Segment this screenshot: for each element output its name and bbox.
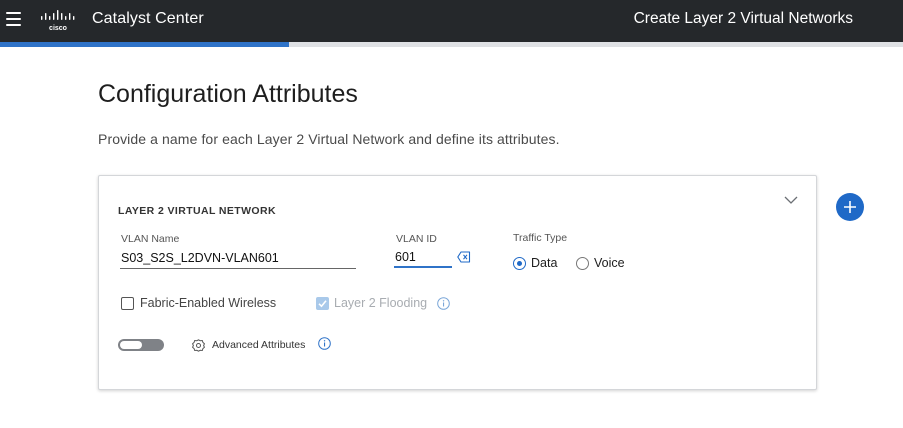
info-icon[interactable]	[318, 337, 331, 350]
advanced-attributes-label: Advanced Attributes	[212, 339, 306, 351]
traffic-type-voice-radio[interactable]	[576, 257, 589, 270]
svg-text:cisco: cisco	[49, 25, 67, 32]
wizard-progress-bar	[0, 42, 903, 47]
traffic-type-data-radio[interactable]	[513, 257, 526, 270]
l2vn-card: LAYER 2 VIRTUAL NETWORK VLAN Name VLAN I…	[98, 175, 817, 390]
layer2-flooding-checkbox	[316, 297, 329, 310]
info-icon[interactable]	[437, 297, 450, 310]
add-network-button[interactable]	[836, 193, 864, 221]
progress-fill	[0, 42, 289, 47]
layer2-flooding-label: Layer 2 Flooding	[334, 296, 428, 310]
fabric-wireless-checkbox[interactable]	[121, 297, 134, 310]
page-title: Configuration Attributes	[98, 80, 358, 108]
wizard-title: Create Layer 2 Virtual Networks	[633, 10, 853, 27]
gear-icon	[192, 339, 205, 352]
hamburger-menu-icon[interactable]	[6, 12, 21, 26]
vlan-id-label: VLAN ID	[396, 233, 437, 245]
traffic-type-label: Traffic Type	[513, 232, 568, 244]
app-title: Catalyst Center	[92, 10, 204, 27]
chevron-down-icon[interactable]	[783, 194, 799, 206]
vlan-name-label: VLAN Name	[121, 233, 180, 245]
top-header: cisco Catalyst Center Create Layer 2 Vir…	[0, 0, 903, 42]
clear-input-icon[interactable]	[457, 251, 471, 263]
vlan-id-input[interactable]	[394, 248, 452, 268]
page-subtitle: Provide a name for each Layer 2 Virtual …	[98, 131, 560, 147]
fabric-wireless-label[interactable]: Fabric-Enabled Wireless	[140, 296, 276, 310]
cisco-logo: cisco	[41, 10, 75, 32]
traffic-type-data-label[interactable]: Data	[531, 256, 557, 270]
plus-icon	[844, 201, 856, 213]
card-title: LAYER 2 VIRTUAL NETWORK	[118, 205, 276, 217]
vlan-name-input[interactable]	[120, 248, 356, 269]
toggle-knob	[120, 341, 142, 349]
traffic-type-voice-label[interactable]: Voice	[594, 256, 625, 270]
advanced-attributes-toggle[interactable]	[118, 339, 164, 351]
